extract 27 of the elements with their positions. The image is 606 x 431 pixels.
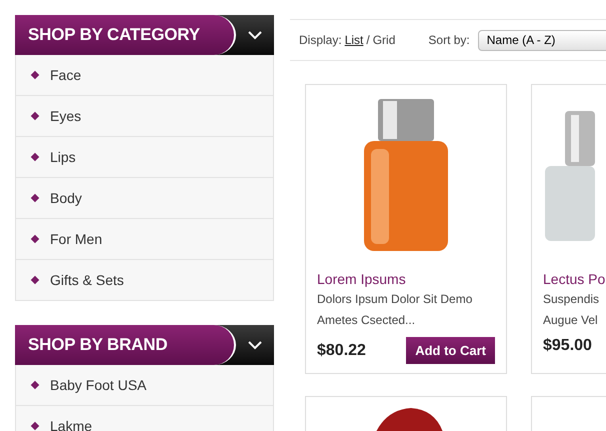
separator: / bbox=[366, 33, 370, 47]
view-mode-link[interactable]: List bbox=[344, 33, 364, 47]
category-link[interactable]: Lakme bbox=[16, 405, 273, 431]
sort-label: Sort by: bbox=[428, 33, 470, 47]
chevron-down-icon bbox=[248, 30, 262, 40]
category-link[interactable]: Baby Foot USA bbox=[16, 365, 273, 405]
product-price: $95.00 bbox=[543, 337, 592, 355]
chevron-down-icon bbox=[248, 340, 262, 350]
category-link[interactable]: Face bbox=[16, 55, 273, 95]
product-description: Ametes Csected... bbox=[317, 312, 416, 329]
section-title: SHOP BY CATEGORY bbox=[15, 15, 236, 55]
product-price: $80.22 bbox=[317, 342, 366, 360]
product-name[interactable]: Lectus Po bbox=[543, 271, 606, 287]
sort-dropdown[interactable]: Name (A - Z) bbox=[478, 30, 606, 50]
product-description: Augue Vel bbox=[543, 312, 599, 329]
product-name[interactable]: Lorem Ipsums bbox=[317, 271, 495, 287]
view-mode-link[interactable]: Grid bbox=[372, 33, 396, 47]
category-link[interactable]: Body bbox=[16, 177, 273, 218]
section-title: SHOP BY BRAND bbox=[15, 325, 236, 365]
add-to-cart-button[interactable]: Add to Cart bbox=[406, 337, 495, 364]
category-link[interactable]: Lips bbox=[16, 136, 273, 177]
product-description: Dolors Ipsum Dolor Sit Demo bbox=[317, 291, 474, 308]
product-description: Suspendis bbox=[543, 291, 600, 308]
category-link[interactable]: Gifts & Sets bbox=[16, 259, 273, 300]
category-link[interactable]: Eyes bbox=[16, 95, 273, 136]
category-link[interactable]: For Men bbox=[16, 218, 273, 259]
display-label: Display: bbox=[299, 33, 342, 47]
